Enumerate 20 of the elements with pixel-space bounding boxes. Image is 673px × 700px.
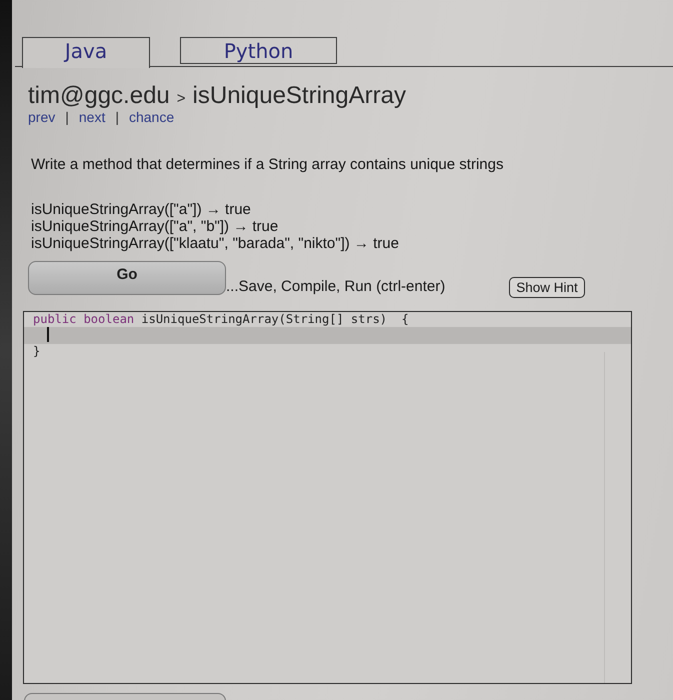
problem-title: isUniqueStringArray: [192, 83, 406, 108]
breadcrumb-user-link[interactable]: tim@ggc.edu: [28, 83, 170, 108]
nav-link[interactable]: prev: [28, 109, 56, 126]
nav-separator: |: [65, 109, 69, 126]
code-line: public boolean isUniqueStringArray(String[] strs) {: [32, 312, 410, 327]
example-line: isUniqueStringArray(["klaatu", "barada", "nikto"]) → true: [31, 235, 399, 252]
example-line: isUniqueStringArray(["a", "b"]) → true: [31, 218, 280, 235]
problem-description: Write a method that determines if a String array contains unique strings: [31, 156, 504, 174]
example-line: isUniqueStringArray(["a"]) → true: [31, 201, 252, 218]
nav-link[interactable]: chance: [128, 109, 174, 126]
run-shortcut-hint: ...Save, Compile, Run (ctrl-enter): [226, 278, 446, 295]
code-line: }: [32, 344, 42, 359]
nav-separator: |: [115, 109, 119, 126]
go-button[interactable]: Go: [28, 261, 226, 295]
language-tab[interactable]: Java: [22, 37, 150, 68]
show-hint-button[interactable]: Show Hint: [509, 277, 585, 298]
breadcrumb-separator: >: [176, 89, 186, 109]
nav-link[interactable]: next: [78, 109, 106, 126]
code-editor[interactable]: public boolean isUniqueStringArray(String[] strs) { }: [23, 311, 632, 684]
language-tab[interactable]: Python: [180, 37, 337, 64]
